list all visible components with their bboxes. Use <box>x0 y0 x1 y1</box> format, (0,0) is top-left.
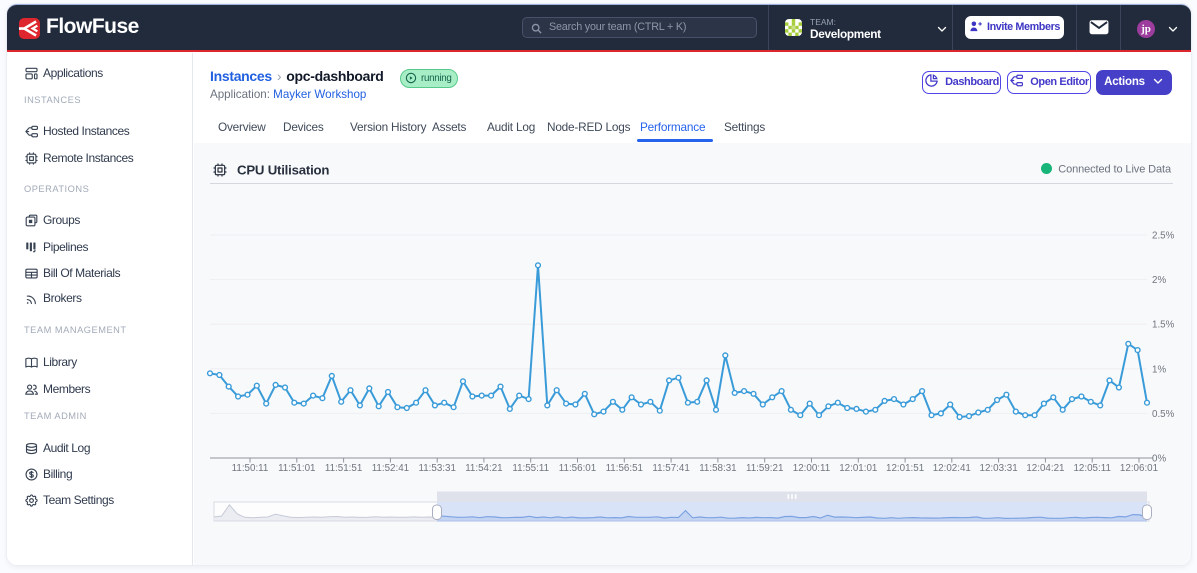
svg-text:0%: 0% <box>1152 454 1166 465</box>
svg-text:12:00:11: 12:00:11 <box>793 463 830 474</box>
svg-text:12:04:21: 12:04:21 <box>1026 463 1064 474</box>
svg-text:11:54:21: 11:54:21 <box>465 463 502 474</box>
svg-text:12:03:31: 12:03:31 <box>980 463 1018 474</box>
svg-text:11:51:01: 11:51:01 <box>278 463 315 474</box>
svg-text:1%: 1% <box>1152 364 1166 375</box>
svg-text:1.5%: 1.5% <box>1152 320 1175 331</box>
svg-text:11:56:01: 11:56:01 <box>559 463 596 474</box>
svg-text:12:01:51: 12:01:51 <box>886 463 924 474</box>
svg-text:12:06:01: 12:06:01 <box>1120 463 1158 474</box>
svg-text:11:57:41: 11:57:41 <box>652 463 689 474</box>
svg-text:11:52:41: 11:52:41 <box>372 463 409 474</box>
svg-text:11:51:51: 11:51:51 <box>325 463 362 474</box>
svg-text:12:01:01: 12:01:01 <box>839 463 877 474</box>
svg-text:0.5%: 0.5% <box>1152 409 1175 420</box>
svg-text:11:56:51: 11:56:51 <box>606 463 643 474</box>
svg-text:11:50:11: 11:50:11 <box>232 463 269 474</box>
svg-text:11:55:11: 11:55:11 <box>512 463 549 474</box>
svg-text:12:05:11: 12:05:11 <box>1073 463 1110 474</box>
svg-text:11:59:21: 11:59:21 <box>746 463 783 474</box>
svg-text:11:53:31: 11:53:31 <box>418 463 455 474</box>
svg-text:2.5%: 2.5% <box>1152 231 1175 242</box>
svg-text:11:58:31: 11:58:31 <box>699 463 736 474</box>
svg-text:2%: 2% <box>1152 275 1166 286</box>
svg-text:12:02:41: 12:02:41 <box>933 463 971 474</box>
